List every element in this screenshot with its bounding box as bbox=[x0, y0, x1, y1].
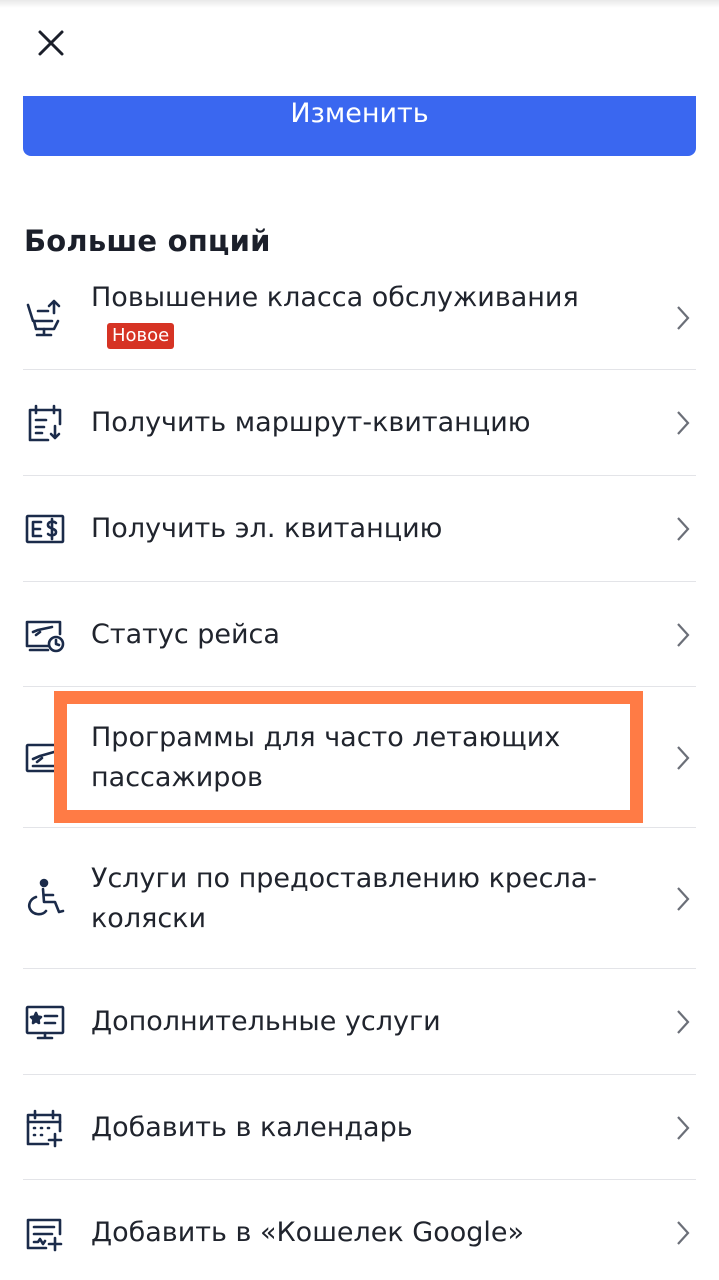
option-label: Получить маршрут-квитанцию bbox=[91, 407, 531, 438]
option-label: Дополнительные услуги bbox=[91, 1006, 441, 1037]
option-label: Повышение класса обслуживания Новое bbox=[91, 278, 629, 358]
option-add-calendar[interactable]: Добавить в календарь bbox=[0, 1075, 719, 1180]
extra-services-icon bbox=[24, 1001, 66, 1043]
option-e-receipt[interactable]: Получить эл. квитанцию bbox=[0, 476, 719, 582]
option-wheelchair[interactable]: Услуги по предоставлению кресла-коляски bbox=[0, 828, 719, 969]
highlight-frame bbox=[54, 691, 643, 823]
option-flight-status[interactable]: Статус рейса bbox=[0, 582, 719, 687]
add-calendar-icon bbox=[24, 1107, 66, 1149]
chevron-right-icon bbox=[673, 408, 693, 438]
option-label: Услуги по предоставлению кресла-коляски bbox=[91, 862, 598, 934]
chevron-right-icon bbox=[673, 303, 693, 333]
change-button-label: Изменить bbox=[290, 98, 429, 129]
chevron-right-icon bbox=[673, 514, 693, 544]
wheelchair-icon bbox=[24, 878, 66, 920]
option-label: Статус рейса bbox=[91, 618, 280, 650]
chevron-right-icon bbox=[673, 743, 693, 773]
chevron-right-icon bbox=[673, 620, 693, 650]
new-badge: Новое bbox=[107, 322, 175, 349]
close-button[interactable] bbox=[30, 24, 72, 66]
option-label: Добавить в «Кошелек Google» bbox=[91, 1217, 525, 1248]
option-google-wallet[interactable]: Добавить в «Кошелек Google» bbox=[0, 1180, 719, 1280]
google-wallet-icon bbox=[24, 1212, 66, 1254]
seat-upgrade-icon bbox=[24, 297, 66, 339]
option-label: Получить эл. квитанцию bbox=[91, 513, 443, 544]
more-options-sheet: Изменить Больше опций Повышение класса о… bbox=[0, 0, 719, 1280]
chevron-right-icon bbox=[673, 1007, 693, 1037]
option-itinerary-receipt[interactable]: Получить маршрут-квитанцию bbox=[0, 370, 719, 476]
close-icon bbox=[36, 28, 66, 62]
change-button[interactable]: Изменить bbox=[23, 96, 696, 156]
option-label-text: Повышение класса обслуживания bbox=[91, 281, 579, 313]
flight-status-icon bbox=[24, 614, 66, 656]
itinerary-download-icon bbox=[24, 402, 66, 444]
chevron-right-icon bbox=[673, 1218, 693, 1248]
chevron-right-icon bbox=[673, 884, 693, 914]
e-receipt-icon bbox=[24, 508, 66, 550]
background-sliver bbox=[0, 0, 719, 8]
option-label: Добавить в календарь bbox=[91, 1111, 413, 1143]
section-title: Больше опций bbox=[24, 224, 271, 258]
option-extra-services[interactable]: Дополнительные услуги bbox=[0, 969, 719, 1075]
option-upgrade-class[interactable]: Повышение класса обслуживания Новое bbox=[0, 265, 719, 370]
chevron-right-icon bbox=[673, 1113, 693, 1143]
